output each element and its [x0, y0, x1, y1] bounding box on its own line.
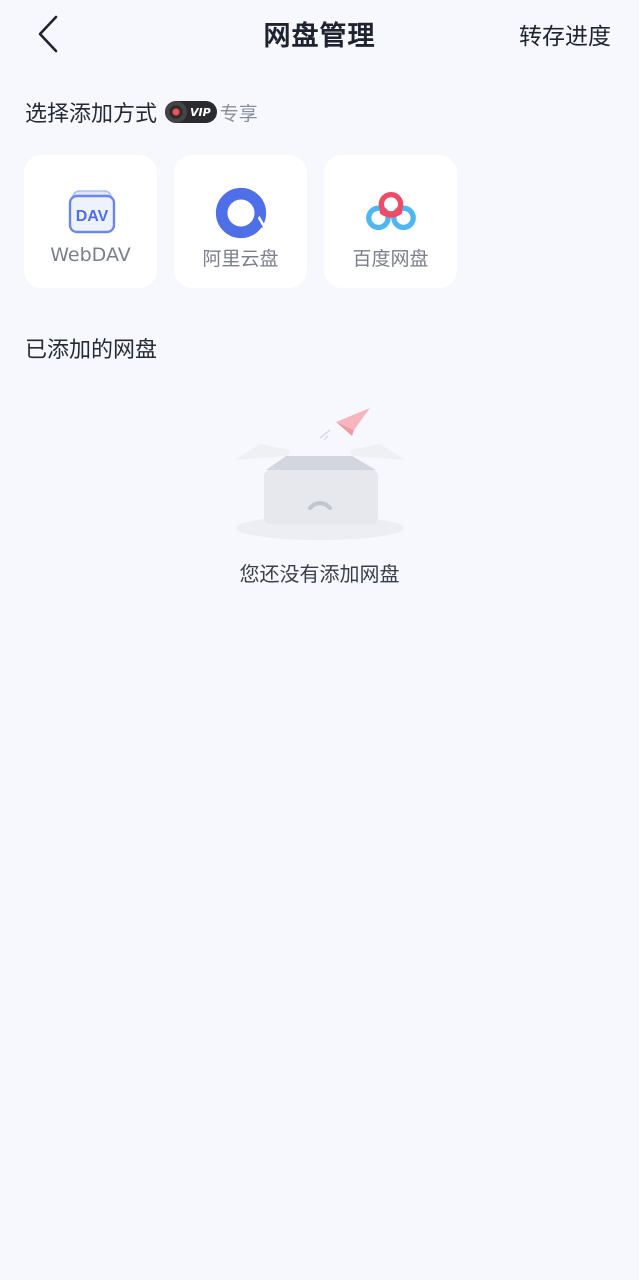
choose-method-title: 选择添加方式 — [25, 102, 158, 127]
choose-method-heading: 选择添加方式 VIP 专享 — [25, 96, 258, 128]
aliyun-drive-icon — [213, 185, 269, 241]
webdav-icon: DAV — [63, 185, 119, 241]
provider-label-aliyun: 阿里云盘 — [202, 248, 279, 270]
vip-badge-text: VIP — [190, 105, 211, 119]
added-drives-title: 已添加的网盘 — [25, 338, 158, 363]
vip-exclusive-label: 专享 — [219, 102, 258, 125]
empty-box-illustration — [228, 400, 412, 550]
webdav-icon-text: DAV — [75, 208, 108, 225]
vinyl-disc-icon — [165, 101, 188, 123]
vip-badge: VIP — [165, 101, 217, 123]
baidu-netdisk-icon — [363, 185, 419, 241]
transfer-progress-button[interactable]: 转存进度 — [519, 17, 611, 51]
empty-state-message: 您还没有添加网盘 — [239, 562, 400, 586]
provider-card-baidu[interactable]: 百度网盘 — [324, 155, 457, 288]
provider-label-baidu: 百度网盘 — [352, 248, 429, 270]
provider-card-webdav[interactable]: DAV WebDAV — [24, 155, 157, 288]
provider-card-aliyun[interactable]: 阿里云盘 — [174, 155, 307, 288]
provider-list: DAV WebDAV 阿里云盘 百度网盘 — [24, 155, 457, 288]
top-bar: 网盘管理 转存进度 — [0, 0, 639, 70]
provider-label-webdav: WebDAV — [50, 244, 131, 266]
